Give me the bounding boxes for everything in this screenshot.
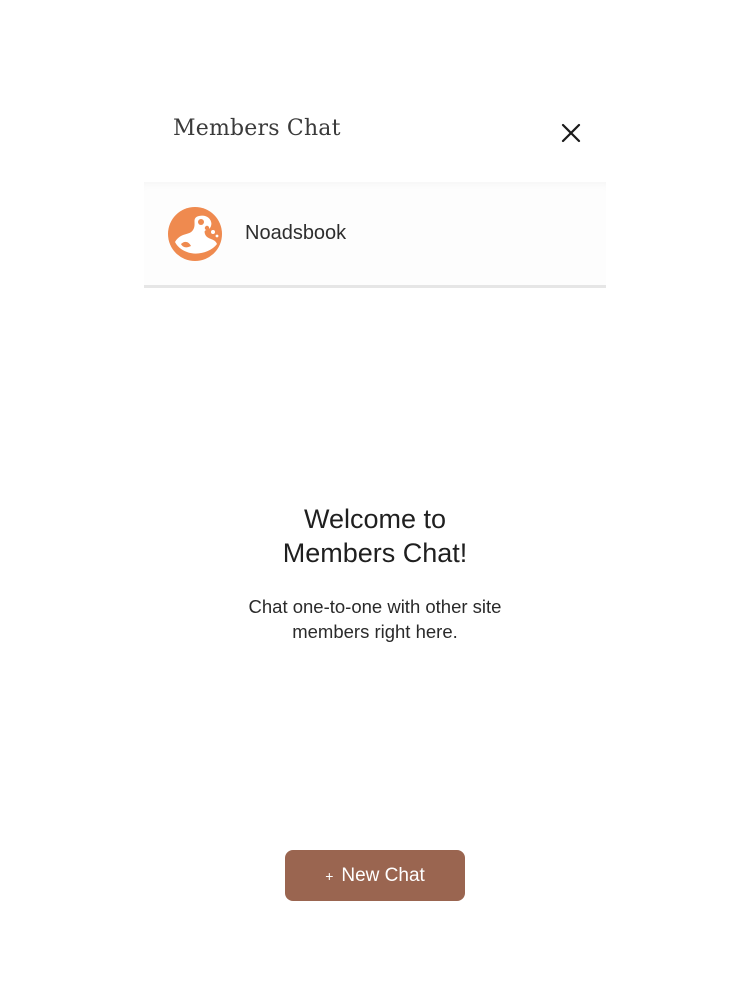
welcome-title-line: Members Chat!	[282, 538, 468, 568]
plus-icon: +	[325, 867, 334, 884]
site-chat-item[interactable]: Noadsbook	[144, 182, 606, 286]
close-icon	[561, 123, 581, 143]
welcome-title-line: Welcome to	[303, 504, 447, 534]
members-chat-panel: Members Chat Noadsbook Welcome to Member…	[144, 92, 606, 972]
new-chat-label: New Chat	[341, 864, 425, 886]
welcome-text-line: Chat one-to-one with other site	[248, 596, 502, 617]
site-name: Noadsbook	[245, 222, 347, 244]
chat-header: Members Chat	[144, 92, 606, 182]
close-button[interactable]	[556, 118, 586, 148]
site-logo-icon	[168, 207, 222, 261]
new-chat-button[interactable]: + New Chat	[285, 850, 465, 901]
header-title: Members Chat	[173, 116, 341, 141]
welcome-description: Chat one-to-one with other site members …	[144, 594, 606, 644]
welcome-title: Welcome to Members Chat!	[144, 502, 606, 570]
welcome-text-line: members right here.	[292, 621, 458, 642]
divider	[144, 285, 606, 288]
site-avatar	[167, 206, 223, 262]
